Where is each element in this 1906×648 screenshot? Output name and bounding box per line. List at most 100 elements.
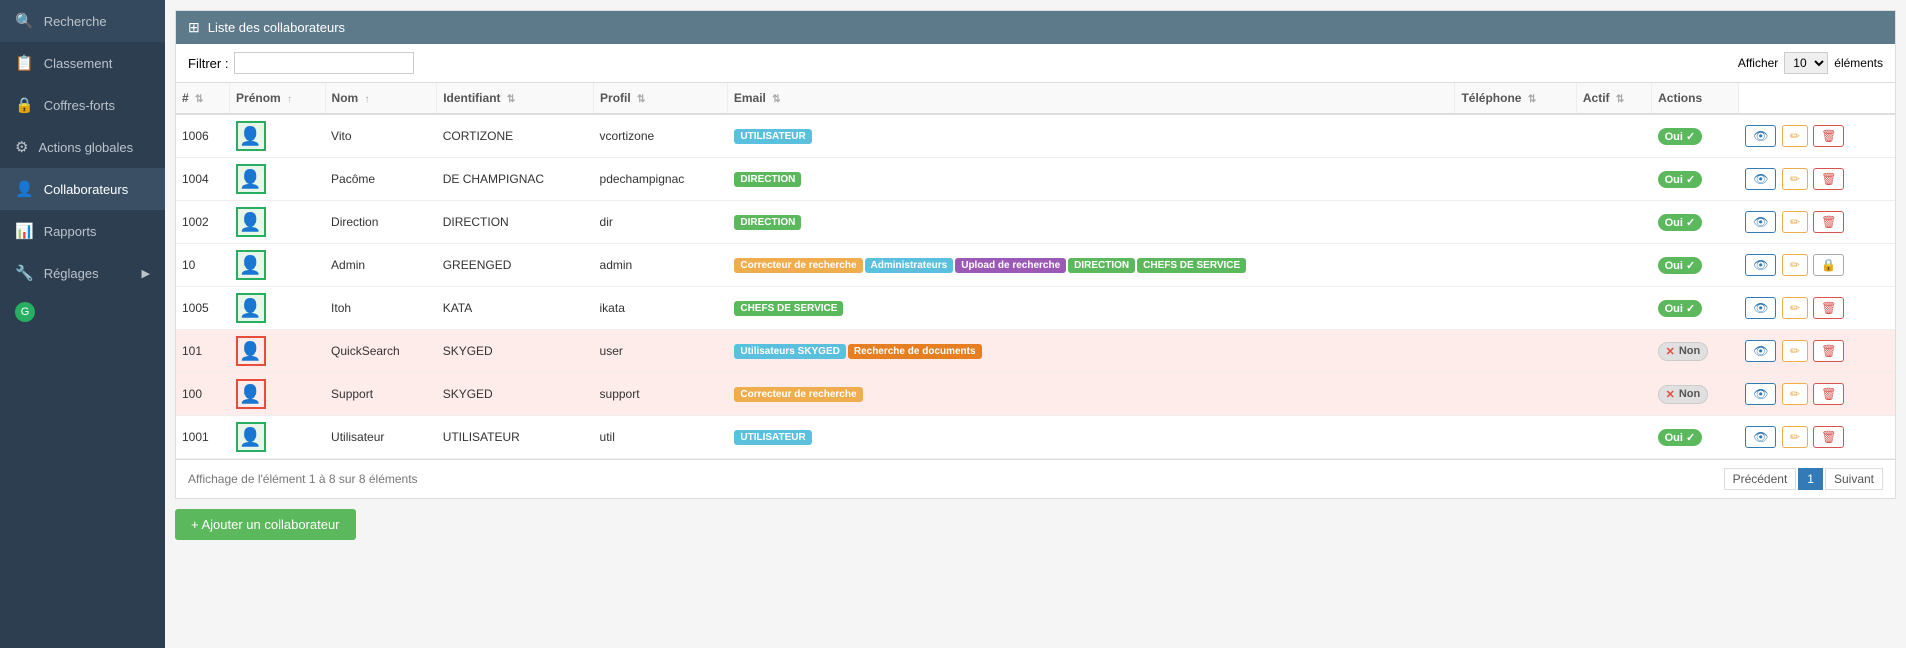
view-button[interactable]: 👁: [1745, 211, 1776, 233]
edit-button[interactable]: ✏: [1782, 254, 1808, 276]
cell-prenom: Itoh: [325, 287, 437, 330]
cell-avatar: 👤: [230, 287, 325, 330]
view-button[interactable]: 👁: [1745, 383, 1776, 405]
sidebar-item-coffres-forts[interactable]: 🔒 Coffres-forts: [0, 84, 165, 126]
sidebar-item-label: Actions globales: [38, 140, 133, 155]
cell-actions: 👁 ✏ 🗑: [1738, 158, 1895, 201]
afficher-label: Afficher: [1738, 56, 1778, 70]
sidebar-item-reglages[interactable]: 🔧 Réglages ▶: [0, 252, 165, 294]
edit-button[interactable]: ✏: [1782, 211, 1808, 233]
table-row: 10 👤 Admin GREENGED admin Correcteur de …: [176, 244, 1895, 287]
collaborateurs-table: # ⇅ Prénom ↑ Nom ↑ Identifiant ⇅ Profil …: [176, 83, 1895, 459]
chart-icon: 📊: [15, 222, 34, 240]
sidebar-item-recherche[interactable]: 🔍 Recherche: [0, 0, 165, 42]
edit-button[interactable]: ✏: [1782, 125, 1808, 147]
cell-identifiant: admin: [594, 244, 728, 287]
cell-actif: Oui ✓: [1652, 201, 1739, 244]
sidebar-item-label: Recherche: [44, 14, 107, 29]
edit-button[interactable]: ✏: [1782, 383, 1808, 405]
lock-button[interactable]: 🔒: [1813, 254, 1844, 276]
cell-nom: SKYGED: [437, 373, 594, 416]
cell-identifiant: support: [594, 373, 728, 416]
cell-telephone: [1576, 201, 1651, 244]
cell-nom: DE CHAMPIGNAC: [437, 158, 594, 201]
cell-actions: 👁 ✏ 🗑: [1738, 330, 1895, 373]
sidebar-item-classement[interactable]: 📋 Classement: [0, 42, 165, 84]
pagination-bar: Affichage de l'élément 1 à 8 sur 8 éléme…: [176, 459, 1895, 498]
cell-profil: Utilisateurs SKYGEDRecherche de document…: [727, 330, 1455, 373]
sidebar-item-label: Classement: [44, 56, 113, 71]
cell-prenom: Admin: [325, 244, 437, 287]
col-profil[interactable]: Profil ⇅: [594, 83, 728, 114]
delete-button[interactable]: 🗑: [1813, 168, 1844, 190]
edit-button[interactable]: ✏: [1782, 426, 1808, 448]
delete-button[interactable]: 🗑: [1813, 426, 1844, 448]
cell-email: [1455, 287, 1576, 330]
view-button[interactable]: 👁: [1745, 168, 1776, 190]
cell-identifiant: dir: [594, 201, 728, 244]
cell-prenom: Support: [325, 373, 437, 416]
sidebar-item-rapports[interactable]: 📊 Rapports: [0, 210, 165, 252]
table-row: 100 👤 Support SKYGED support Correcteur …: [176, 373, 1895, 416]
cell-actif: Oui ✓: [1652, 158, 1739, 201]
sidebar-item-label: Rapports: [44, 224, 97, 239]
col-actif[interactable]: Actif ⇅: [1576, 83, 1651, 114]
view-button[interactable]: 👁: [1745, 125, 1776, 147]
table-row: 101 👤 QuickSearch SKYGED user Utilisateu…: [176, 330, 1895, 373]
profile-badge: Correcteur de recherche: [734, 258, 862, 273]
delete-button[interactable]: 🗑: [1813, 297, 1844, 319]
prev-button[interactable]: Précédent: [1724, 468, 1797, 490]
elements-label: éléments: [1834, 56, 1883, 70]
col-telephone[interactable]: Téléphone ⇅: [1455, 83, 1576, 114]
sidebar-item-actions-globales[interactable]: ⚙ Actions globales: [0, 126, 165, 168]
page-1-button[interactable]: 1: [1798, 468, 1823, 490]
col-prenom[interactable]: Prénom ↑: [230, 83, 325, 114]
add-collaborateur-button[interactable]: + Ajouter un collaborateur: [175, 509, 356, 540]
profile-badge: CHEFS DE SERVICE: [734, 301, 843, 316]
view-button[interactable]: 👁: [1745, 426, 1776, 448]
actif-badge: Oui ✓: [1658, 429, 1703, 446]
cell-profil: Correcteur de recherche: [727, 373, 1455, 416]
delete-button[interactable]: 🗑: [1813, 383, 1844, 405]
col-nom[interactable]: Nom ↑: [325, 83, 437, 114]
cell-actions: 👁 ✏ 🗑: [1738, 416, 1895, 459]
delete-button[interactable]: 🗑: [1813, 211, 1844, 233]
profile-badge: Utilisateurs SKYGED: [734, 344, 845, 359]
filter-bar-right: Afficher 10 25 50 éléments: [1738, 52, 1883, 74]
edit-button[interactable]: ✏: [1782, 297, 1808, 319]
view-button[interactable]: 👁: [1745, 254, 1776, 276]
cell-nom: DIRECTION: [437, 201, 594, 244]
col-email[interactable]: Email ⇅: [727, 83, 1455, 114]
pagination-controls: Précédent 1 Suivant: [1724, 468, 1883, 490]
actif-badge: Oui ✓: [1658, 257, 1703, 274]
cell-avatar: 👤: [230, 416, 325, 459]
delete-button[interactable]: 🗑: [1813, 340, 1844, 362]
sidebar-item-label: Réglages: [44, 266, 99, 281]
next-button[interactable]: Suivant: [1825, 468, 1883, 490]
view-button[interactable]: 👁: [1745, 297, 1776, 319]
cell-id: 1001: [176, 416, 230, 459]
col-identifiant[interactable]: Identifiant ⇅: [437, 83, 594, 114]
delete-button[interactable]: 🗑: [1813, 125, 1844, 147]
actif-badge: ✕ Non: [1658, 342, 1709, 361]
table-row: 1004 👤 Pacôme DE CHAMPIGNAC pdechampigna…: [176, 158, 1895, 201]
cell-email: [1455, 416, 1576, 459]
view-button[interactable]: 👁: [1745, 340, 1776, 362]
sidebar-item-collaborateurs[interactable]: 👤 Collaborateurs: [0, 168, 165, 210]
filter-input[interactable]: [234, 52, 414, 74]
profile-badge: Correcteur de recherche: [734, 387, 862, 402]
person-icon: 👤: [239, 298, 261, 319]
gear-icon: ⚙: [15, 138, 28, 156]
edit-button[interactable]: ✏: [1782, 340, 1808, 362]
cell-telephone: [1576, 114, 1651, 158]
cell-actif: ✕ Non: [1652, 373, 1739, 416]
cell-id: 1005: [176, 287, 230, 330]
avatar: 👤: [236, 336, 266, 366]
col-actions: Actions: [1652, 83, 1739, 114]
col-id[interactable]: # ⇅: [176, 83, 230, 114]
cell-email: [1455, 244, 1576, 287]
edit-button[interactable]: ✏: [1782, 168, 1808, 190]
afficher-select[interactable]: 10 25 50: [1784, 52, 1828, 74]
table-header-bar: ⊞ Liste des collaborateurs: [176, 11, 1895, 44]
avatar: 👤: [236, 121, 266, 151]
